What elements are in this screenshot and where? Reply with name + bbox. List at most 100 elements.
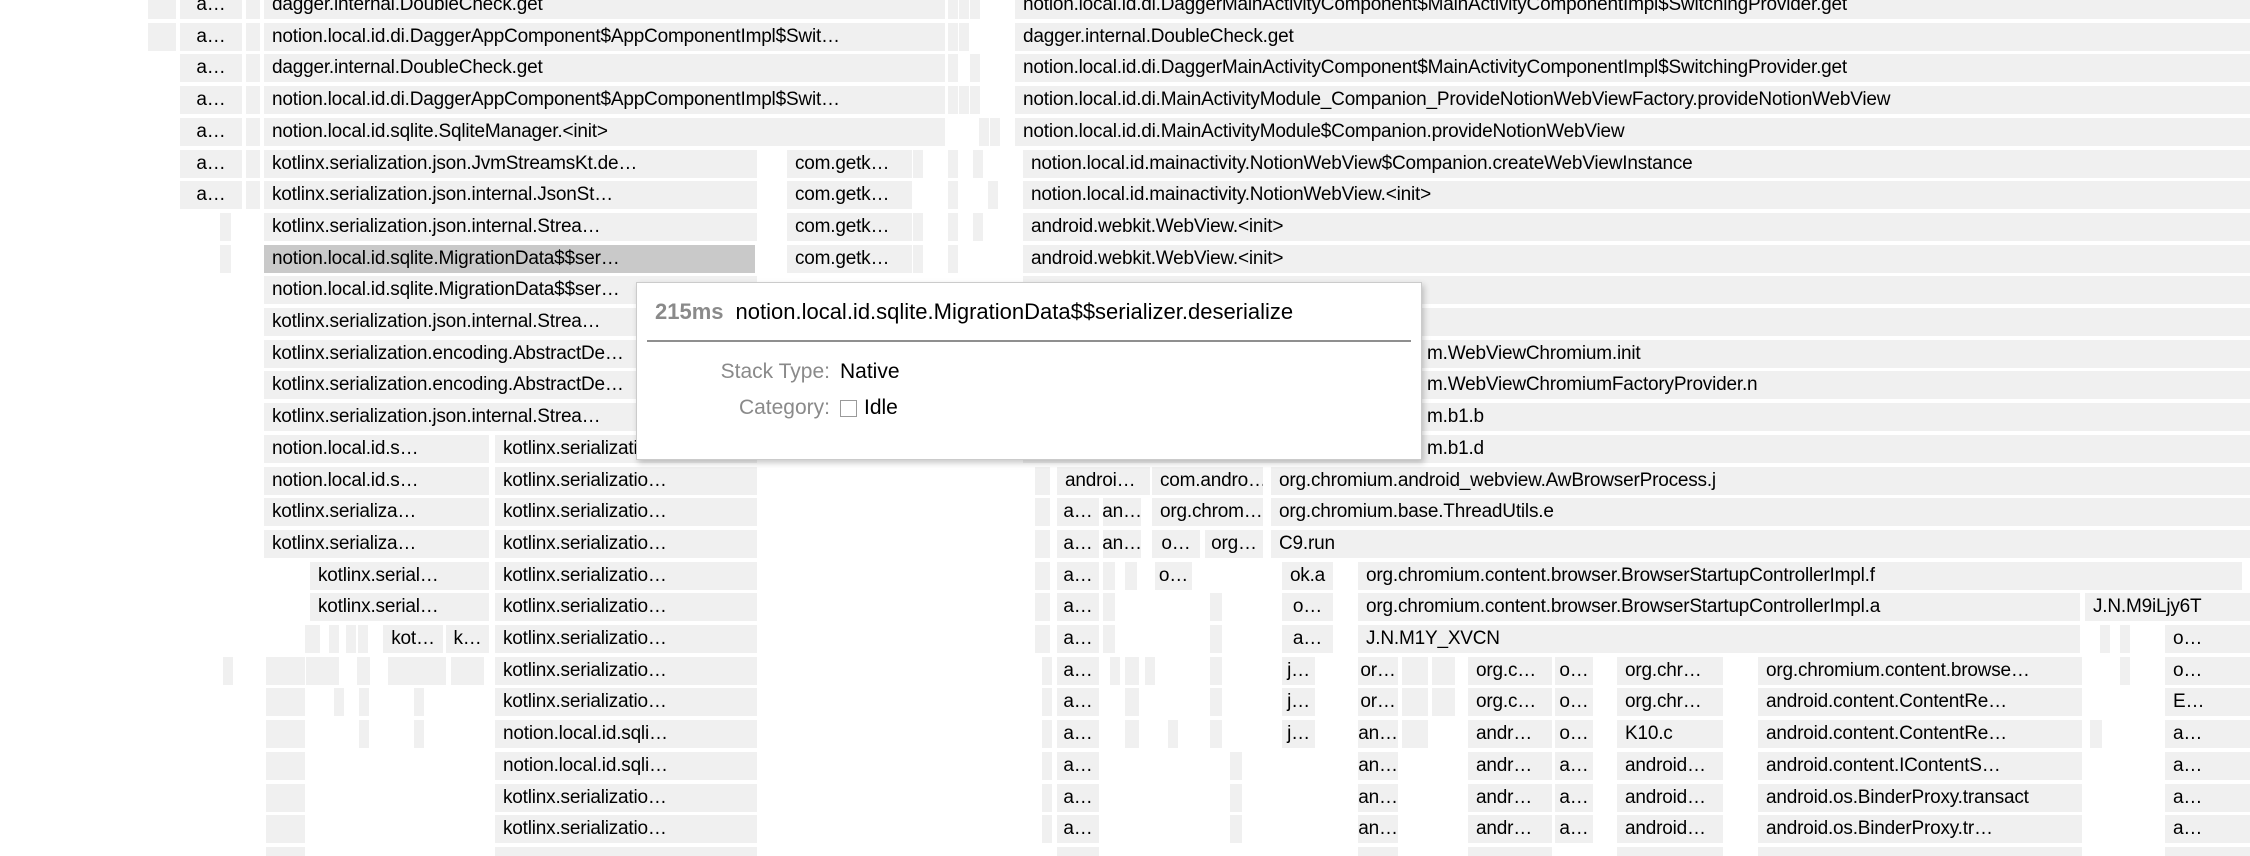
flame-frame[interactable] [451,657,484,685]
flame-frame[interactable]: android… [1617,752,1723,780]
flame-frame[interactable]: kotlinx.serializatio… [495,815,757,843]
flame-frame[interactable]: kotlinx.serializatio… [495,688,757,716]
flame-frame[interactable]: a… [180,23,242,51]
flame-frame[interactable] [1103,593,1115,621]
flame-frame[interactable]: notion.local.id.sqli… [495,720,757,748]
flame-frame[interactable]: andr… [1468,720,1552,748]
flame-frame[interactable] [2165,847,2250,856]
flame-frame[interactable] [220,213,231,241]
flame-frame[interactable] [948,213,958,241]
flame-frame[interactable] [948,181,958,209]
flame-frame[interactable]: a… [180,86,242,114]
flame-frame[interactable] [1042,688,1052,716]
flame-frame[interactable] [1125,562,1137,590]
flame-frame[interactable] [1042,815,1052,843]
flame-frame[interactable] [305,625,320,653]
flame-frame[interactable] [359,720,369,748]
flame-frame[interactable]: notion.local.id.s… [264,467,489,495]
flame-frame[interactable]: kotlinx.serializatio… [495,530,757,558]
flame-frame[interactable] [1402,657,1428,685]
flame-frame[interactable]: o… [1555,688,1593,716]
flame-frame[interactable] [973,213,983,241]
flame-frame[interactable]: a… [1057,688,1099,716]
flame-frame[interactable] [1230,815,1242,843]
flame-frame[interactable]: a… [1057,752,1099,780]
flame-frame[interactable]: org.chromium.content.browser.BrowserStar… [1358,593,2080,621]
flame-frame[interactable]: C9.run [1271,530,2250,558]
flame-frame[interactable]: com.getk… [787,150,912,178]
flame-frame[interactable] [2100,625,2110,653]
flame-frame[interactable]: kot… [383,625,443,653]
flame-frame[interactable] [266,688,305,716]
flame-frame[interactable]: notion.local.id.di.MainActivityModule$Co… [1015,118,2250,146]
flame-frame[interactable]: a… [1057,657,1099,685]
flame-frame[interactable]: or… [1358,657,1398,685]
flame-frame[interactable] [970,54,980,82]
flame-frame[interactable] [1210,593,1222,621]
flame-frame[interactable] [246,86,260,114]
flame-frame[interactable] [1758,847,2082,856]
flame-frame[interactable]: o… [1152,530,1200,558]
flame-frame[interactable]: a… [1057,593,1099,621]
flame-frame[interactable]: notion.local.id.sqli… [495,752,757,780]
flame-frame[interactable] [414,688,424,716]
flame-frame[interactable]: a… [1057,815,1099,843]
flame-frame[interactable]: org… [1205,530,1263,558]
flame-frame[interactable]: o… [1555,720,1593,748]
flame-frame[interactable]: notion.local.id.sqlite.SqliteManager.<in… [264,118,945,146]
flame-frame[interactable] [948,86,958,114]
flame-frame[interactable]: or… [1358,688,1398,716]
flame-frame[interactable]: a… [2165,752,2250,780]
flame-frame[interactable]: dagger.internal.DoubleCheck.get [264,0,945,19]
flame-frame[interactable] [948,54,958,82]
flame-frame[interactable]: J.N.M1Y_XVCN [1358,625,2080,653]
flame-frame[interactable] [246,118,260,146]
flame-frame[interactable] [334,688,344,716]
flame-frame[interactable]: notion.local.id.s… [264,435,489,463]
flame-frame[interactable]: a… [1057,562,1099,590]
flame-frame[interactable]: android.content.ContentRe… [1758,688,2082,716]
flame-frame[interactable] [1402,720,1428,748]
flame-frame[interactable] [948,245,958,273]
flame-frame[interactable] [1210,688,1222,716]
flame-frame[interactable] [359,688,369,716]
flame-frame[interactable]: k… [446,625,489,653]
flame-frame[interactable] [2120,657,2130,685]
flame-frame[interactable]: an… [1358,815,1398,843]
flame-frame[interactable]: j… [1282,688,1315,716]
flame-frame[interactable] [1035,498,1050,526]
flame-frame[interactable] [246,181,260,209]
flame-frame[interactable] [1617,847,1723,856]
flame-frame[interactable]: androi… [1057,467,1150,495]
flame-frame[interactable] [913,245,923,273]
flame-frame[interactable] [246,0,260,19]
flame-frame[interactable]: ok.a [1282,562,1333,590]
flame-frame[interactable] [1210,657,1222,685]
flame-frame[interactable] [1035,467,1050,495]
flame-frame[interactable] [306,657,339,685]
flame-frame[interactable] [1125,720,1139,748]
flame-frame[interactable]: org.chromium.content.browse… [1758,657,2082,685]
flame-frame[interactable] [158,0,176,19]
flame-frame[interactable]: notion.local.id.di.DaggerMainActivityCom… [1015,54,2250,82]
flame-frame[interactable]: kotlinx.serializatio… [495,562,757,590]
flame-frame[interactable]: android.webkit.WebView.<init> [1023,245,2250,273]
flame-frame[interactable] [1110,657,1120,685]
flame-frame[interactable] [979,118,989,146]
flame-frame[interactable]: a… [2165,815,2250,843]
flame-frame[interactable]: o… [2165,657,2250,685]
flame-frame[interactable] [970,0,980,19]
flame-frame[interactable]: a… [180,0,242,19]
flame-frame[interactable] [1432,688,1455,716]
flame-frame[interactable]: a… [1057,625,1099,653]
flame-frame[interactable]: a… [180,118,242,146]
flame-frame[interactable] [266,720,305,748]
flame-frame[interactable] [266,847,305,856]
flame-frame[interactable] [1035,593,1050,621]
flame-frame[interactable]: kotlinx.serializatio… [495,625,757,653]
flame-frame[interactable]: notion.local.id.di.MainActivityModule_Co… [1015,86,2250,114]
flame-frame[interactable]: kotlinx.serial… [310,562,489,590]
flame-frame[interactable] [246,23,260,51]
flame-frame[interactable]: android.os.BinderProxy.transact [1758,784,2082,812]
flame-frame[interactable] [1125,688,1139,716]
